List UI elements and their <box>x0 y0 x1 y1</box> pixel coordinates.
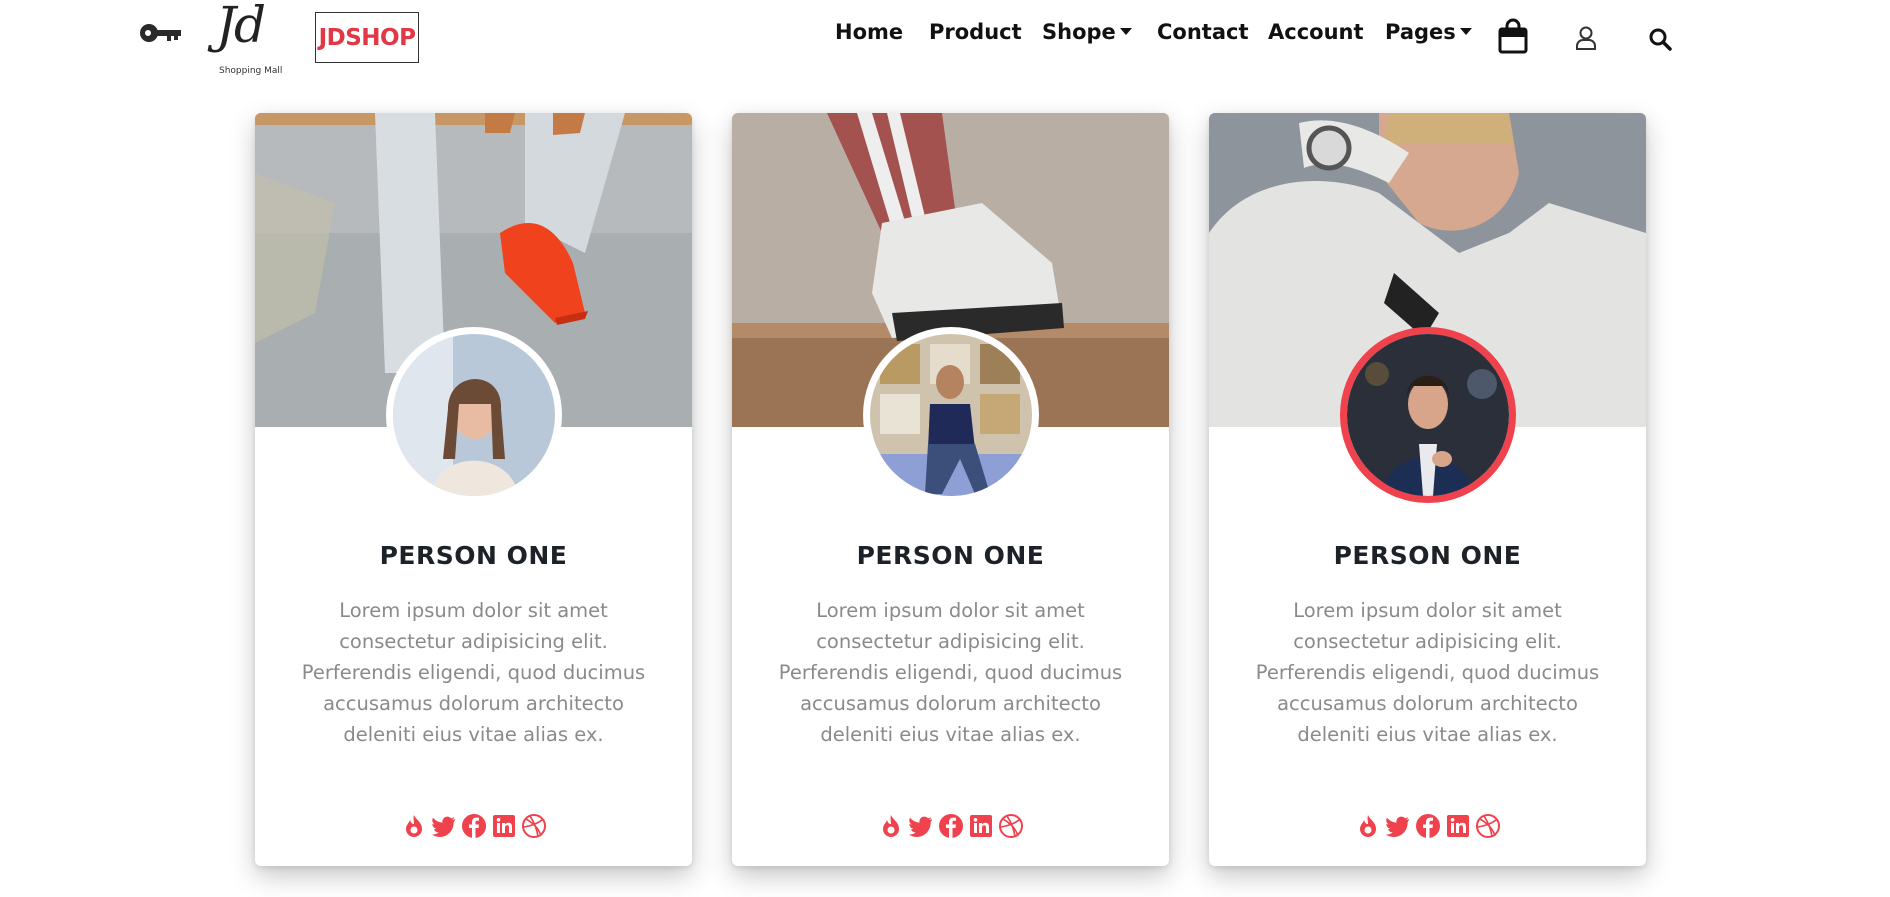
nav-home[interactable]: Home <box>835 20 903 44</box>
caret-down-icon <box>1119 28 1132 35</box>
team-card: PERSON ONE Lorem ipsum dolor sit amet co… <box>732 113 1169 866</box>
person-name: PERSON ONE <box>856 541 1045 570</box>
facebook-icon[interactable] <box>938 813 964 839</box>
fire-icon[interactable] <box>401 813 427 839</box>
fire-icon[interactable] <box>878 813 904 839</box>
social-links <box>1209 813 1646 841</box>
fire-icon[interactable] <box>1355 813 1381 839</box>
team-card: PERSON ONE Lorem ipsum dolor sit amet co… <box>1209 113 1646 866</box>
person-avatar[interactable] <box>863 327 1039 503</box>
dribbble-icon[interactable] <box>1475 813 1501 839</box>
nav-shope-label: Shope <box>1042 20 1116 44</box>
twitter-icon[interactable] <box>908 813 934 839</box>
navbar: Jd Shopping Mall JDSHOP Home Product Sho… <box>0 0 1890 82</box>
person-name: PERSON ONE <box>379 541 568 570</box>
linkedin-icon[interactable] <box>1445 813 1471 839</box>
social-links <box>255 813 692 841</box>
key-logo-icon[interactable] <box>139 22 183 44</box>
nav-account[interactable]: Account <box>1268 20 1364 44</box>
nav-product[interactable]: Product <box>929 20 1022 44</box>
nav-pages-dropdown[interactable]: Pages <box>1385 20 1472 44</box>
person-description: Lorem ipsum dolor sit amet consectetur a… <box>1255 599 1600 746</box>
person-avatar[interactable] <box>386 327 562 503</box>
facebook-icon[interactable] <box>1415 813 1441 839</box>
jd-logo-subtitle: Shopping Mall <box>219 66 283 76</box>
social-links <box>732 813 1169 841</box>
team-card: PERSON ONE Lorem ipsum dolor sit amet co… <box>255 113 692 866</box>
person-avatar[interactable] <box>1340 327 1516 503</box>
linkedin-icon[interactable] <box>491 813 517 839</box>
shopping-bag-icon[interactable] <box>1498 18 1528 58</box>
person-description: Lorem ipsum dolor sit amet consectetur a… <box>301 599 646 746</box>
search-icon[interactable] <box>1648 27 1672 55</box>
jd-logo[interactable]: Jd Shopping Mall <box>212 0 292 82</box>
linkedin-icon[interactable] <box>968 813 994 839</box>
jdshop-logo-text: JDSHOP <box>318 24 416 51</box>
person-name: PERSON ONE <box>1333 541 1522 570</box>
nav-shope-dropdown[interactable]: Shope <box>1042 20 1132 44</box>
twitter-icon[interactable] <box>431 813 457 839</box>
dribbble-icon[interactable] <box>521 813 547 839</box>
facebook-icon[interactable] <box>461 813 487 839</box>
nav-contact[interactable]: Contact <box>1157 20 1249 44</box>
user-icon[interactable] <box>1575 26 1597 54</box>
caret-down-icon <box>1459 28 1472 35</box>
nav-pages-label: Pages <box>1385 20 1456 44</box>
dribbble-icon[interactable] <box>998 813 1024 839</box>
twitter-icon[interactable] <box>1385 813 1411 839</box>
jd-logo-mark: Jd <box>216 0 266 54</box>
person-description: Lorem ipsum dolor sit amet consectetur a… <box>778 599 1123 746</box>
jdshop-logo[interactable]: JDSHOP <box>315 12 419 63</box>
